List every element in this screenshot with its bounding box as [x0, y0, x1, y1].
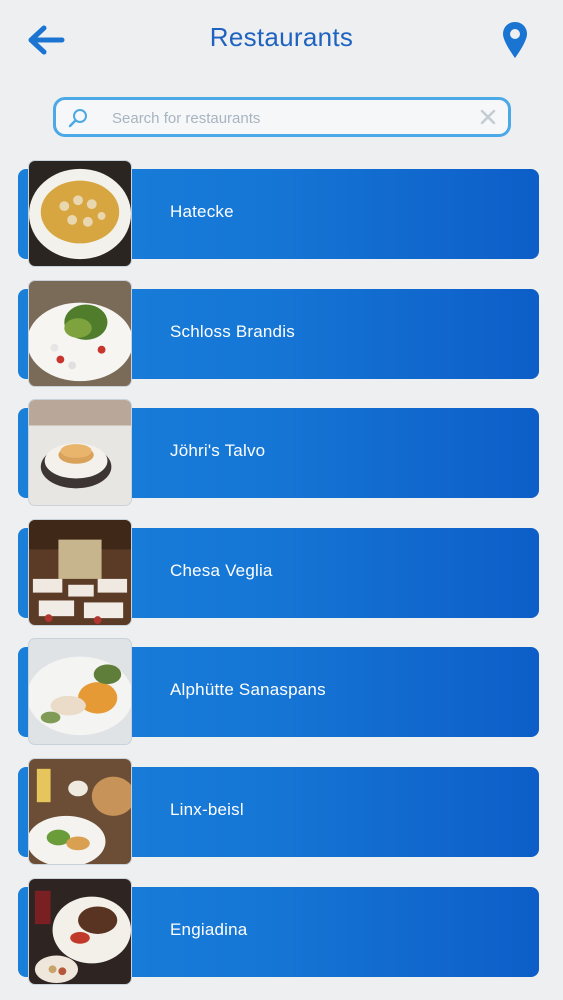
restaurant-name: Chesa Veglia [170, 560, 273, 580]
restaurants-screen: Restaurants Search for restaurants Hatec… [0, 0, 563, 1000]
clear-icon[interactable] [478, 107, 498, 127]
map-pin-icon [503, 22, 527, 58]
restaurant-name: Hatecke [170, 202, 234, 221]
restaurant-name: Schloss Brandis [170, 321, 295, 341]
search-input[interactable] [110, 104, 464, 132]
list-item[interactable]: Schloss Brandis [0, 279, 563, 387]
restaurant-name: Jöhri's Talvo [170, 441, 266, 461]
list-item[interactable]: Alphütte Sanaspans [0, 638, 563, 746]
restaurant-image [28, 877, 132, 985]
restaurant-name: Alphütte Sanaspans [170, 680, 326, 700]
list-item[interactable]: Chesa Veglia [0, 518, 563, 626]
restaurant-name: Linx-beisl [170, 799, 244, 819]
restaurant-image [28, 399, 132, 507]
page-title: Restaurants [209, 22, 354, 52]
header: Restaurants [0, 0, 563, 80]
list-item[interactable]: Engiadina [0, 877, 563, 985]
list-item[interactable]: Jöhri's Talvo [0, 399, 563, 507]
restaurant-list: Hatecke Schloss Brandis Jöhri's Talvo Ch… [0, 160, 563, 997]
restaurant-image [28, 518, 132, 626]
location-button[interactable] [497, 16, 533, 64]
restaurant-image [28, 160, 132, 267]
restaurant-image [28, 279, 132, 387]
restaurant-name: Engiadina [170, 919, 248, 939]
search-icon [68, 109, 87, 128]
list-item[interactable]: Linx-beisl [0, 757, 563, 865]
restaurant-image [28, 638, 132, 746]
list-item[interactable]: Hatecke [0, 160, 563, 267]
restaurant-image [28, 757, 132, 865]
search-bar [53, 97, 511, 137]
